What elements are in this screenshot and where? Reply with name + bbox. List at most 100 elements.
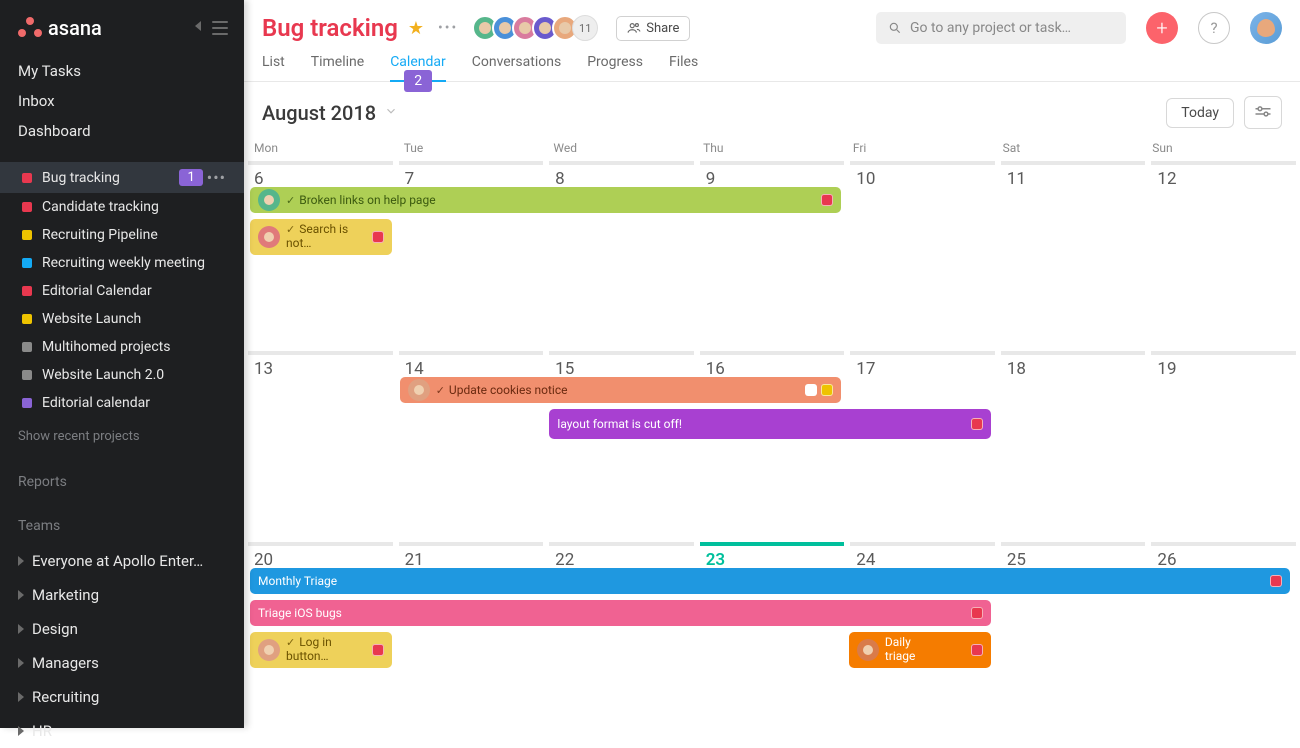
assignee-avatar [857, 639, 879, 661]
tab-timeline[interactable]: Timeline [311, 54, 364, 81]
search-placeholder: Go to any project or task… [910, 20, 1071, 36]
event-title: ✓Log inbutton… [286, 636, 332, 664]
team-item[interactable]: Everyone at Apollo Enter… [0, 544, 244, 578]
project-label: Multihomed projects [42, 339, 230, 355]
sidebar-project[interactable]: Editorial calendar [0, 389, 244, 417]
calendar-event[interactable]: ✓ Update cookies notice [400, 377, 841, 403]
team-item[interactable]: HR [0, 714, 244, 748]
nav-my-tasks[interactable]: My Tasks [0, 56, 244, 86]
event-title: Update cookies notice [449, 383, 625, 397]
main-panel: Bug tracking ★ ••• 11 Share Go to any pr… [244, 0, 1300, 728]
team-item[interactable]: Recruiting [0, 680, 244, 714]
project-color-icon [22, 258, 32, 268]
calendar-week: 6789101112✓Broken links on help page✓Sea… [244, 157, 1300, 347]
day-of-week-label: Sat [997, 139, 1147, 157]
day-of-week-label: Sun [1146, 139, 1296, 157]
calendar-event[interactable]: Monthly Triage [250, 568, 1290, 594]
month-picker-icon[interactable] [384, 103, 398, 122]
tab-calendar[interactable]: Calendar 2 [390, 54, 446, 82]
project-tag-icon [821, 384, 833, 396]
share-button[interactable]: Share [616, 16, 690, 41]
sidebar-project[interactable]: Recruiting weekly meeting [0, 249, 244, 277]
day-of-week-label: Fri [847, 139, 997, 157]
calendar-week: 13141516171819✓Update cookies noticelayo… [244, 347, 1300, 537]
day-number: 11 [1001, 165, 1032, 193]
project-label: Website Launch 2.0 [42, 367, 230, 383]
sidebar-project[interactable]: Bug tracking1••• [0, 162, 244, 193]
project-title[interactable]: Bug tracking [262, 14, 398, 42]
member-count-badge[interactable]: 11 [572, 15, 598, 41]
project-tag-icon [971, 607, 983, 619]
calendar-event[interactable]: layout format is cut off! [549, 409, 990, 439]
event-title: Monthly Triage [258, 574, 762, 588]
calendar-settings-button[interactable] [1244, 96, 1282, 129]
check-icon: ✓ [436, 384, 445, 397]
today-button[interactable]: Today [1166, 98, 1234, 128]
team-label: HR [32, 722, 52, 740]
sidebar-project[interactable]: Website Launch 2.0 [0, 361, 244, 389]
caret-right-icon [18, 692, 24, 702]
user-avatar[interactable] [1250, 12, 1282, 44]
sidebar-project[interactable]: Website Launch [0, 305, 244, 333]
team-item[interactable]: Managers [0, 646, 244, 680]
sidebar-project[interactable]: Multihomed projects [0, 333, 244, 361]
team-label: Managers [32, 654, 99, 672]
project-tag-icon [971, 418, 983, 430]
quick-add-button[interactable]: + [1146, 12, 1178, 44]
app-name: asana [48, 16, 102, 40]
tab-list[interactable]: List [262, 54, 285, 81]
team-list: Everyone at Apollo Enter… Marketing Design… [0, 544, 244, 748]
day-of-week-label: Wed [547, 139, 697, 157]
check-icon: ✓ [286, 194, 295, 207]
calendar-day[interactable]: 19 [1151, 351, 1296, 537]
event-title: Broken links on help page [299, 193, 558, 207]
calendar-day[interactable]: 10 [850, 161, 995, 347]
project-more-icon[interactable]: ••• [434, 20, 462, 36]
star-icon[interactable]: ★ [408, 18, 424, 39]
collapse-sidebar-icon[interactable] [202, 18, 228, 38]
project-color-icon [22, 173, 32, 183]
search-icon [888, 21, 902, 35]
calendar-event[interactable]: Triage iOS bugs [250, 600, 991, 626]
calendar-event[interactable]: ✓Log inbutton… [250, 632, 392, 668]
project-tag-icon [821, 194, 833, 206]
calendar-event[interactable]: ✓ Broken links on help page [250, 187, 841, 213]
project-label: Recruiting Pipeline [42, 227, 230, 243]
tab-progress[interactable]: Progress [587, 54, 643, 81]
day-number: 13 [248, 355, 279, 383]
calendar-day[interactable]: 18 [1001, 351, 1146, 537]
calendar-event[interactable]: Dailytriage [849, 632, 991, 668]
sidebar-project[interactable]: Editorial Calendar [0, 277, 244, 305]
team-item[interactable]: Marketing [0, 578, 244, 612]
caret-right-icon [18, 658, 24, 668]
calendar-day[interactable]: 17 [850, 351, 995, 537]
nav-dashboard[interactable]: Dashboard [0, 116, 244, 146]
team-label: Marketing [32, 586, 99, 604]
calendar-day[interactable]: 13 [248, 351, 393, 537]
nav-inbox[interactable]: Inbox [0, 86, 244, 116]
project-label: Recruiting weekly meeting [42, 255, 230, 271]
topbar: Bug tracking ★ ••• 11 Share Go to any pr… [244, 0, 1300, 44]
team-item[interactable]: Design [0, 612, 244, 646]
day-number: 17 [850, 355, 881, 383]
asana-logo[interactable]: asana [18, 16, 102, 40]
calendar-day[interactable]: 11 [1001, 161, 1146, 347]
calendar-day[interactable]: 12 [1151, 161, 1296, 347]
assignee-avatar [408, 379, 430, 401]
project-label: Candidate tracking [42, 199, 230, 215]
assignee-avatar [258, 639, 280, 661]
calendar-event[interactable]: ✓Search isnot… [250, 219, 392, 255]
help-button[interactable]: ? [1198, 12, 1230, 44]
sidebar-project[interactable]: Candidate tracking [0, 193, 244, 221]
tab-files[interactable]: Files [669, 54, 698, 81]
sidebar-project[interactable]: Recruiting Pipeline [0, 221, 244, 249]
day-of-week-label: Mon [248, 139, 398, 157]
search-input[interactable]: Go to any project or task… [876, 12, 1126, 44]
event-title: Triage iOS bugs [258, 606, 612, 620]
show-recent-projects[interactable]: Show recent projects [0, 423, 244, 450]
tab-conversations[interactable]: Conversations [472, 54, 561, 81]
member-avatars[interactable]: 11 [478, 15, 598, 41]
reports-section[interactable]: Reports [0, 456, 244, 500]
day-number: 10 [850, 165, 881, 193]
project-more-icon[interactable]: ••• [203, 168, 230, 187]
